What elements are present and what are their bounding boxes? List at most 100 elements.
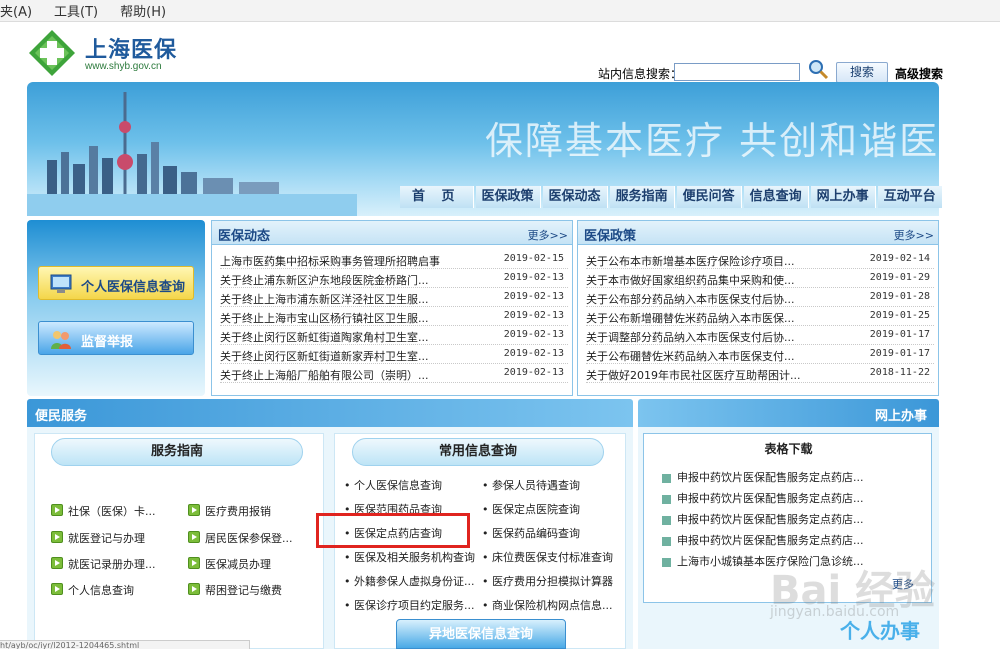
- arrow-icon: [51, 504, 63, 516]
- arrow-icon: [51, 557, 63, 569]
- nav-interaction[interactable]: 互动平台: [877, 186, 943, 208]
- policy-title[interactable]: 关于本市做好国家组织药品集中采购和使...: [586, 272, 795, 288]
- nav-policy[interactable]: 医保政策: [475, 186, 541, 208]
- query-item[interactable]: • 个人医保信息查询: [344, 477, 442, 493]
- personal-info-query-label: 个人医保信息查询: [81, 280, 186, 295]
- query-item[interactable]: • 医疗费用分担模拟计算器: [482, 573, 613, 589]
- list-item[interactable]: 关于终止浦东新区沪东地段医院金桥路门... 2019-02-13: [220, 269, 568, 288]
- policy-title[interactable]: 关于公布部分药品纳入本市医保支付后协...: [586, 291, 795, 307]
- online-service-header: 网上办事: [638, 399, 939, 427]
- search-button[interactable]: 搜索: [836, 62, 888, 83]
- arrow-icon: [188, 583, 200, 595]
- list-item[interactable]: 关于本市做好国家组织药品集中采购和使... 2019-01-29: [586, 269, 934, 288]
- browser-menubar: 夹(A) 工具(T) 帮助(H): [0, 0, 1000, 22]
- policy-box: 医保政策 更多>> 关于公布本市新增基本医疗保险诊疗项目... 2019-02-1…: [577, 220, 939, 396]
- browser-statusbar: ht/ayb/oc/iyr/l2012-1204465.shtml: [0, 640, 250, 649]
- nav-info-query[interactable]: 信息查询: [743, 186, 809, 208]
- policy-date: 2019-01-17: [869, 348, 930, 359]
- news-date: 2019-02-13: [503, 348, 564, 359]
- policy-more-link[interactable]: 更多>>: [894, 227, 934, 243]
- list-item[interactable]: 申报中药饮片医保配售服务定点药店...: [662, 532, 864, 548]
- list-item[interactable]: 关于做好2019年市民社区医疗互助帮困计... 2018-11-22: [586, 364, 934, 383]
- list-item[interactable]: 申报中药饮片医保配售服务定点药店...: [662, 490, 864, 506]
- list-item[interactable]: 关于公布新增硼替佐米药品纳入本市医保... 2019-01-25: [586, 307, 934, 326]
- arrow-icon: [51, 583, 63, 595]
- news-more-link[interactable]: 更多>>: [528, 227, 568, 243]
- menu-favorites[interactable]: 夹(A): [0, 1, 32, 20]
- nav-news[interactable]: 医保动态: [542, 186, 608, 208]
- service-guide-title: 服务指南: [51, 438, 303, 466]
- list-item[interactable]: 关于调整部分药品纳入本市医保支付后协... 2019-01-17: [586, 326, 934, 345]
- query-item[interactable]: • 商业保险机构网点信息...: [482, 597, 613, 613]
- remote-medical-query-button[interactable]: 异地医保信息查询: [396, 619, 566, 649]
- city-skyline-image: [27, 92, 357, 216]
- news-date: 2019-02-13: [503, 367, 564, 378]
- list-item[interactable]: 关于终止上海市浦东新区洋泾社区卫生服... 2019-02-13: [220, 288, 568, 307]
- nav-online-service[interactable]: 网上办事: [810, 186, 876, 208]
- policy-title[interactable]: 关于公布新增硼替佐米药品纳入本市医保...: [586, 310, 795, 326]
- list-item[interactable]: 上海市医药集中招标采购事务管理所招聘启事 2019-02-15: [220, 250, 568, 269]
- service-section-header: 便民服务: [27, 399, 633, 427]
- search-label: 站内信息搜索：: [598, 67, 683, 81]
- policy-title[interactable]: 关于公布硼替佐米药品纳入本市医保支付...: [586, 348, 795, 364]
- policy-box-header: 医保政策 更多>>: [578, 221, 938, 245]
- policy-title[interactable]: 关于公布本市新增基本医疗保险诊疗项目...: [586, 253, 795, 269]
- menu-tools[interactable]: 工具(T): [54, 1, 98, 20]
- forms-download-title: 表格下载: [764, 442, 813, 456]
- arrow-icon: [51, 531, 63, 543]
- nav-guide[interactable]: 服务指南: [609, 186, 675, 208]
- list-item[interactable]: 申报中药饮片医保配售服务定点药店...: [662, 469, 864, 485]
- query-item[interactable]: • 医保及相关服务机构查询: [344, 549, 475, 565]
- computer-icon: [50, 274, 72, 293]
- list-item[interactable]: 关于公布硼替佐米药品纳入本市医保支付... 2019-01-17: [586, 345, 934, 364]
- policy-date: 2018-11-22: [869, 367, 930, 378]
- news-title[interactable]: 关于终止上海市宝山区杨行镇社区卫生服...: [220, 310, 429, 326]
- advanced-search-link[interactable]: 高级搜索: [895, 65, 943, 82]
- news-box-header: 医保动态 更多>>: [212, 221, 572, 245]
- news-title[interactable]: 关于终止浦东新区沪东地段医院金桥路门...: [220, 272, 429, 288]
- news-date: 2019-02-15: [503, 253, 564, 264]
- policy-date: 2019-01-17: [869, 329, 930, 340]
- query-item[interactable]: • 医保药品编码查询: [482, 525, 580, 541]
- list-item[interactable]: 关于终止上海船厂船舶有限公司（崇明）... 2019-02-13: [220, 364, 568, 383]
- news-title[interactable]: 上海市医药集中招标采购事务管理所招聘启事: [220, 253, 440, 269]
- square-bullet-icon: [662, 494, 671, 504]
- cross-logo-icon: [29, 30, 75, 76]
- nav-faq[interactable]: 便民问答: [676, 186, 742, 208]
- policy-date: 2019-01-25: [869, 310, 930, 321]
- list-item[interactable]: 关于公布本市新增基本医疗保险诊疗项目... 2019-02-14: [586, 250, 934, 269]
- policy-title[interactable]: 关于做好2019年市民社区医疗互助帮困计...: [586, 367, 800, 383]
- policy-date: 2019-01-28: [869, 291, 930, 302]
- supervise-report-button[interactable]: 监督举报: [38, 321, 194, 355]
- square-bullet-icon: [662, 557, 671, 567]
- banner-slogan: 保障基本医疗 共创和谐医保: [485, 119, 939, 163]
- square-bullet-icon: [662, 515, 671, 525]
- list-item[interactable]: 关于终止闵行区新虹街道新家弄村卫生室... 2019-02-13: [220, 345, 568, 364]
- left-panel: [27, 220, 205, 396]
- query-item[interactable]: • 医保定点医院查询: [482, 501, 580, 517]
- logo-title: 上海医保: [85, 38, 178, 63]
- list-item[interactable]: 关于终止上海市宝山区杨行镇社区卫生服... 2019-02-13: [220, 307, 568, 326]
- policy-date: 2019-01-29: [869, 272, 930, 283]
- nav-home[interactable]: 首 页: [400, 186, 474, 208]
- news-title[interactable]: 关于终止闵行区新虹街道新家弄村卫生室...: [220, 348, 429, 364]
- query-item[interactable]: • 参保人员待遇查询: [482, 477, 580, 493]
- online-service-title: 网上办事: [874, 409, 927, 424]
- list-item[interactable]: 申报中药饮片医保配售服务定点药店...: [662, 511, 864, 527]
- news-title[interactable]: 关于终止闵行区新虹街道陶家角村卫生室...: [220, 329, 429, 345]
- policy-title[interactable]: 关于调整部分药品纳入本市医保支付后协...: [586, 329, 795, 345]
- site-logo[interactable]: 上海医保 www.shyb.gov.cn: [27, 28, 187, 82]
- news-title[interactable]: 关于终止上海市浦东新区洋泾社区卫生服...: [220, 291, 429, 307]
- query-item[interactable]: • 外籍参保人虚拟身份证...: [344, 573, 475, 589]
- menu-help[interactable]: 帮助(H): [120, 1, 166, 20]
- search-input[interactable]: [674, 63, 800, 81]
- magnifier-icon[interactable]: [807, 58, 829, 80]
- policy-date: 2019-02-14: [869, 253, 930, 264]
- query-item[interactable]: • 床位费医保支付标准查询: [482, 549, 613, 565]
- list-item[interactable]: 关于终止闵行区新虹街道陶家角村卫生室... 2019-02-13: [220, 326, 568, 345]
- news-title[interactable]: 关于终止上海船厂船舶有限公司（崇明）...: [220, 367, 429, 383]
- query-item[interactable]: • 医保诊疗项目约定服务...: [344, 597, 475, 613]
- common-query-title: 常用信息查询: [352, 438, 604, 466]
- list-item[interactable]: 关于公布部分药品纳入本市医保支付后协... 2019-01-28: [586, 288, 934, 307]
- personal-info-query-button[interactable]: 个人医保信息查询: [38, 266, 194, 300]
